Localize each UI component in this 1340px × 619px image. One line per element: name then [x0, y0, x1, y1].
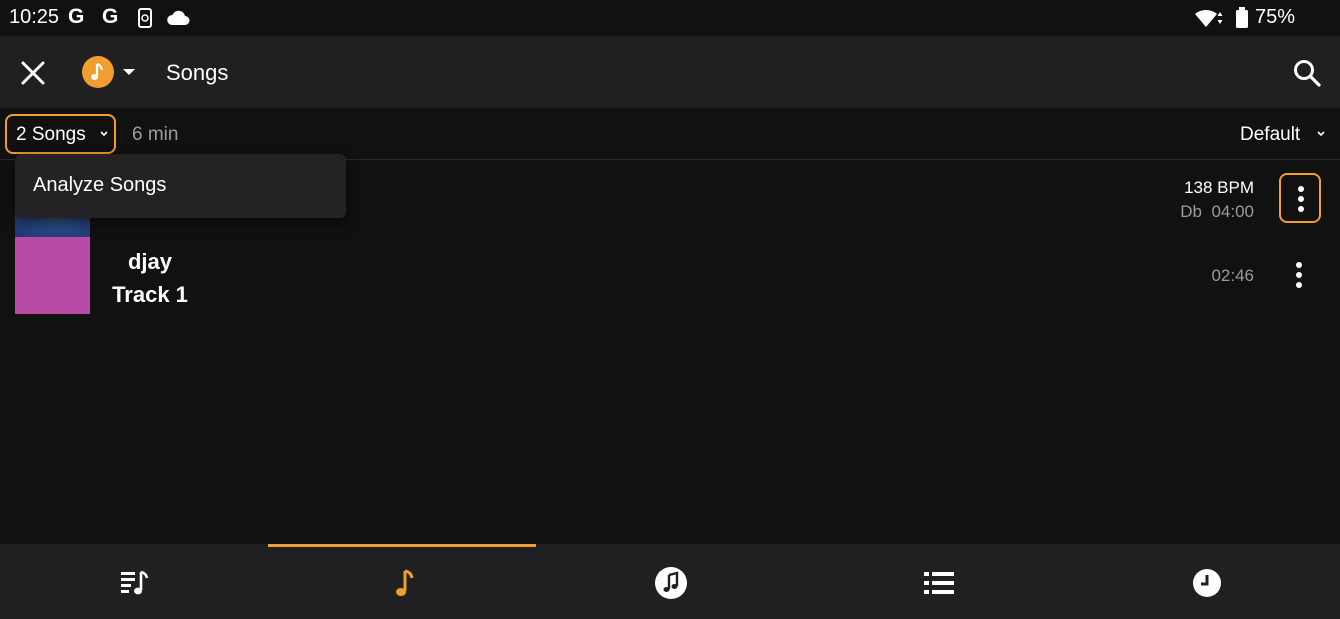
chevron-down-icon: [100, 131, 108, 137]
song-duration: 04:00: [1211, 202, 1254, 221]
battery-icon: [1236, 7, 1248, 28]
music-note-icon: [396, 569, 414, 596]
song-key: Db: [1180, 202, 1202, 221]
active-tab-indicator: [268, 544, 536, 547]
battery-percentage: 75%: [1255, 6, 1296, 28]
wifi-icon: [1195, 9, 1223, 27]
more-vertical-icon: [1298, 186, 1304, 212]
chevron-down-icon: [1317, 131, 1325, 137]
more-vertical-icon: [1296, 262, 1302, 288]
status-bar: 10:25 G G 75%: [0, 0, 1340, 36]
google-notification-icon: G: [68, 5, 85, 28]
search-icon: [1294, 60, 1321, 87]
more-options-button[interactable]: [1279, 173, 1321, 223]
song-duration: 02:46: [1211, 266, 1254, 285]
total-duration: 6 min: [132, 124, 179, 145]
song-title-line2: Track 1: [112, 282, 188, 307]
source-selector-button[interactable]: [80, 54, 140, 90]
tab-lists[interactable]: [804, 544, 1072, 619]
chevron-down-icon: [123, 69, 135, 75]
song-row[interactable]: djay Track 1 02:46: [0, 237, 1340, 314]
song-title: djay Track 1: [105, 245, 195, 311]
filter-bar: 2 Songs 6 min Default: [0, 108, 1340, 160]
clock-icon: [1193, 569, 1221, 597]
device-notification-icon: [138, 8, 152, 28]
tab-songs[interactable]: [268, 544, 536, 619]
tab-albums[interactable]: [536, 544, 804, 619]
tab-playlists[interactable]: [0, 544, 268, 619]
music-circle-icon: [655, 567, 687, 599]
sort-dropdown[interactable]: Default: [1232, 116, 1332, 152]
song-key-duration: Db 04:00: [1180, 202, 1254, 222]
menu-item-label: Analyze Songs: [33, 174, 167, 196]
google-notification-icon: G: [102, 5, 119, 28]
song-count-menu: Analyze Songs: [15, 154, 346, 218]
app-bar: Songs: [0, 36, 1340, 108]
song-count-dropdown[interactable]: 2 Songs: [5, 114, 116, 154]
cloud-icon: [167, 10, 190, 25]
song-title-line1: djay: [127, 249, 173, 274]
close-button[interactable]: [16, 56, 50, 90]
bottom-navigation: [0, 544, 1340, 619]
song-bpm: 138 BPM: [1184, 178, 1254, 197]
music-source-badge: [82, 56, 114, 88]
more-options-button[interactable]: [1279, 251, 1321, 301]
song-count-label: 2 Songs: [16, 124, 86, 145]
status-time: 10:25: [9, 6, 60, 28]
playlist-music-icon: [121, 570, 149, 595]
search-button[interactable]: [1290, 56, 1324, 90]
menu-item-analyze-songs[interactable]: Analyze Songs: [15, 154, 346, 218]
tab-history[interactable]: [1072, 544, 1340, 619]
list-icon: [924, 572, 954, 594]
sort-label: Default: [1240, 124, 1301, 145]
page-title: Songs: [166, 60, 229, 85]
close-icon: [21, 61, 45, 85]
music-note-icon: [91, 62, 104, 80]
album-art: [15, 237, 90, 314]
